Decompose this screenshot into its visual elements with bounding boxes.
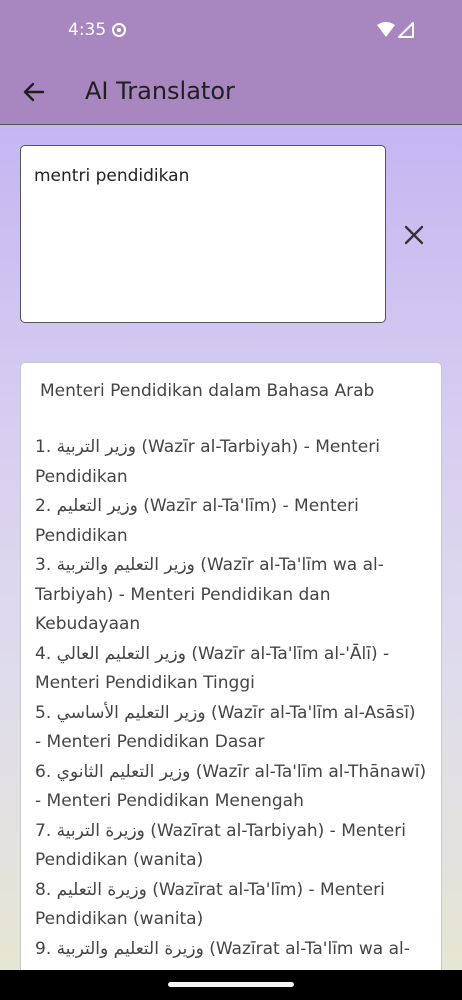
clear-button[interactable] — [400, 221, 428, 249]
page-title: AI Translator — [85, 77, 235, 105]
result-item: 4. وزير التعليم العالي (Wazīr al-Ta'līm … — [35, 640, 427, 699]
result-item: 1. وزير التربية (Wazīr al-Tarbiyah) - Me… — [35, 433, 427, 492]
item-number: 4. — [35, 643, 52, 664]
result-item: 7. وزيرة التربية (Wazīrat al-Tarbiyah) -… — [35, 817, 427, 876]
item-number: 6. — [35, 761, 52, 782]
result-item: 2. وزير التعليم (Wazīr al-Ta'līm) - Ment… — [35, 492, 427, 551]
item-arabic: وزير التعليم — [56, 496, 138, 516]
item-arabic: وزير التعليم الثانوي — [56, 761, 191, 782]
arrow-back-icon — [23, 82, 45, 102]
item-number: 3. — [35, 555, 52, 575]
item-arabic: وزيرة التعليم — [56, 879, 147, 900]
main-content: mentri pendidikan Menteri Pendidikan dal… — [0, 124, 462, 1000]
navigation-bar — [0, 970, 462, 1000]
close-icon — [404, 225, 424, 245]
item-arabic: وزير التعليم العالي — [56, 643, 186, 664]
item-number: 5. — [35, 702, 52, 723]
result-item: 9. وزيرة التعليم والتربية (Wazīrat al-Ta… — [35, 935, 427, 965]
back-button[interactable] — [14, 72, 54, 112]
result-item: 5. وزير التعليم الأساسي (Wazīr al-Ta'līm… — [35, 699, 427, 758]
wifi-signal-icon — [377, 22, 414, 38]
item-arabic: وزير التعليم والتربية — [56, 555, 195, 575]
notification-icon — [112, 23, 126, 37]
top-bar-background: 4:35 AI Translator — [0, 0, 462, 125]
status-bar: 4:35 — [0, 0, 462, 62]
item-arabic: وزير التربية — [56, 437, 136, 457]
translation-result-card: Menteri Pendidikan dalam Bahasa Arab 1. … — [20, 362, 442, 1000]
home-gesture-handle[interactable] — [168, 982, 294, 987]
item-text: (Wazīrat al-Ta'līm wa al- — [203, 938, 410, 959]
status-time: 4:35 — [68, 20, 107, 40]
result-item: 3. وزير التعليم والتربية (Wazīr al-Ta'lī… — [35, 551, 427, 640]
item-arabic: وزيرة التعليم والتربية — [56, 938, 204, 959]
result-list: 1. وزير التربية (Wazīr al-Tarbiyah) - Me… — [35, 433, 427, 964]
item-number: 1. — [35, 437, 52, 457]
item-number: 2. — [35, 496, 52, 516]
item-number: 8. — [35, 879, 52, 900]
result-item: 8. وزيرة التعليم (Wazīrat al-Ta'līm) - M… — [35, 876, 427, 935]
system-status-icons — [376, 21, 416, 44]
item-arabic: وزيرة التربية — [56, 820, 145, 841]
result-heading: Menteri Pendidikan dalam Bahasa Arab — [40, 381, 375, 401]
item-number: 9. — [35, 938, 52, 959]
item-arabic: وزير التعليم الأساسي — [56, 702, 206, 723]
result-item: 6. وزير التعليم الثانوي (Wazīr al-Ta'līm… — [35, 758, 427, 817]
translation-input[interactable]: mentri pendidikan — [20, 145, 386, 323]
app-bar: AI Translator — [0, 62, 462, 124]
item-number: 7. — [35, 820, 52, 841]
